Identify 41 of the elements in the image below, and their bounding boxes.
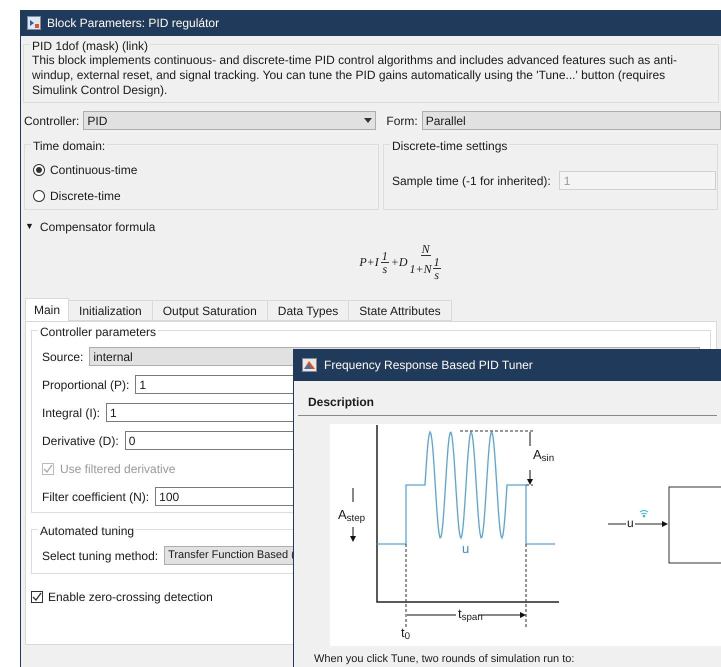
checkbox-label: Enable zero-crossing detection xyxy=(48,589,213,606)
tab[interactable]: Initialization xyxy=(68,300,153,321)
description-text: This block implements continuous- and discrete-time PID control algorithms and includes advanced features such as anti-windup, external reset, and signal tracking. You can tune the PID gains automatically using the 'Tune...' button (requires Simulink Control Design). xyxy=(32,53,678,98)
radio-label: Continuous-time xyxy=(50,162,138,179)
tab[interactable]: State Attributes xyxy=(348,300,452,321)
input-arrow xyxy=(608,520,668,527)
section-header: Compensator formula xyxy=(40,219,156,236)
tab[interactable]: Output Saturation xyxy=(152,300,268,321)
window-title: Block Parameters: PID regulátor xyxy=(47,15,220,32)
checkbox[interactable] xyxy=(31,591,43,603)
radio-label: Discrete-time xyxy=(50,188,121,205)
field-label: Proportional (P): xyxy=(42,376,130,394)
block-icon xyxy=(27,16,41,30)
wireless-icon xyxy=(640,510,648,518)
expand-toggle[interactable]: ▼ xyxy=(25,220,34,234)
radio-button[interactable] xyxy=(33,190,45,202)
signal-label: u xyxy=(462,542,470,555)
form-label: Form: xyxy=(386,112,418,130)
app-logo-icon xyxy=(302,358,317,372)
caret-icon xyxy=(364,118,372,123)
window-title: Frequency Response Based PID Tuner xyxy=(324,356,533,374)
form-dropdown[interactable]: Parallel xyxy=(422,111,721,130)
controller-label: Controller: xyxy=(24,112,80,130)
span-label: t$_{span}$ xyxy=(458,606,483,620)
field-label: Sample time (-1 for inherited): xyxy=(392,172,551,190)
amplitude-arrow xyxy=(527,431,533,485)
step-label: A$_{step}$ xyxy=(338,508,366,521)
amplitude-label: A$_{sin}$ xyxy=(533,448,554,461)
field-label: Integral (I): xyxy=(42,404,100,422)
tab[interactable]: Main xyxy=(25,298,70,321)
radio-button[interactable] xyxy=(33,164,45,176)
field-label: Source: xyxy=(42,348,84,366)
tab[interactable]: Data Types xyxy=(266,300,350,321)
field-label: Filter coefficient (N): xyxy=(42,488,150,506)
field-label: Select tuning method: xyxy=(42,548,158,564)
description-text: When you click Tune, two rounds of simulation run to: xyxy=(314,652,576,666)
field-label: Derivative (D): xyxy=(42,432,119,450)
checkbox-label: Use filtered derivative xyxy=(60,460,176,478)
controller-dropdown[interactable]: PID xyxy=(83,111,376,130)
section-header: Description xyxy=(298,392,717,416)
time-label: t$_{0}$ xyxy=(401,626,410,639)
